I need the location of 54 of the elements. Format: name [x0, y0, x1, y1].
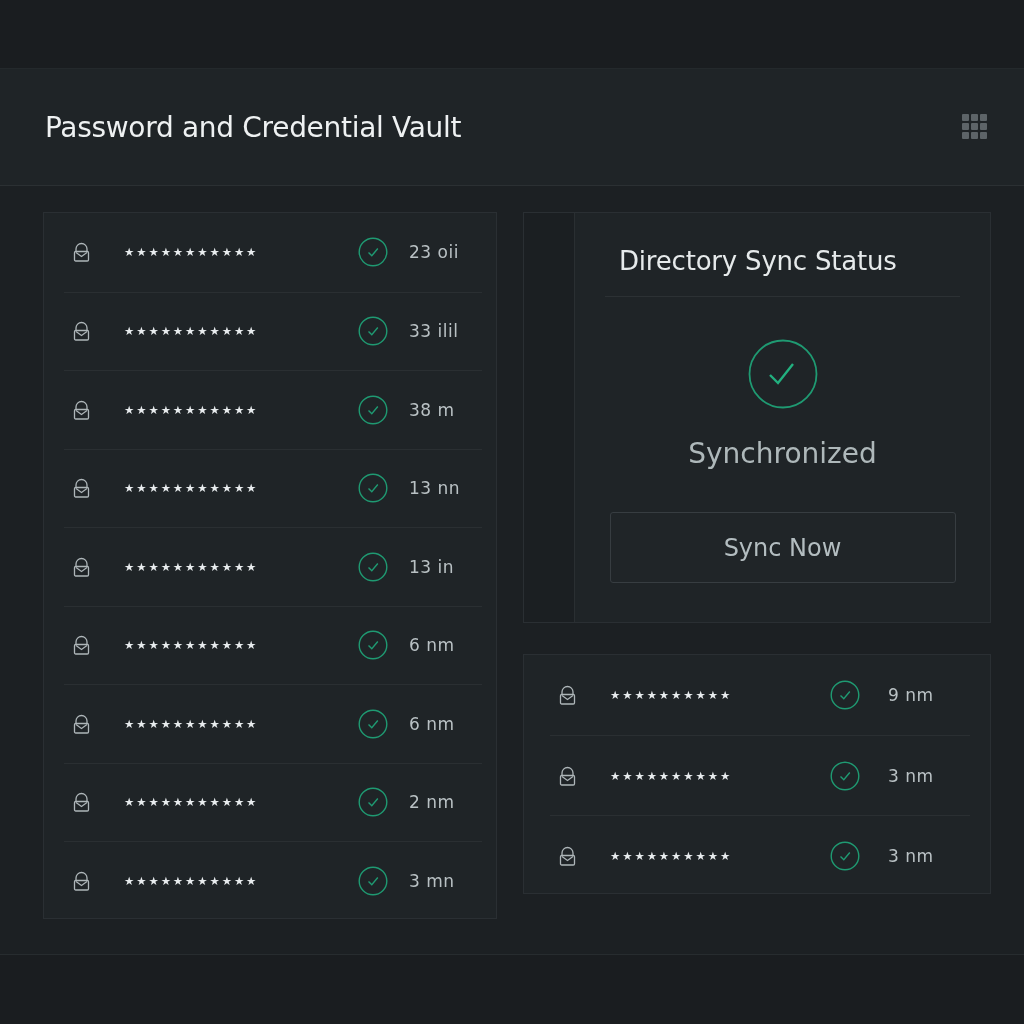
masked-password: ★★★★★★★★★★★ [124, 795, 260, 810]
time-label: 23 oii [409, 242, 459, 263]
lock-icon [73, 792, 90, 813]
masked-password: ★★★★★★★★★★ [610, 848, 734, 863]
time-label: 6 nm [409, 713, 455, 734]
time-label: 6 nm [409, 635, 455, 656]
check-circle-icon [830, 840, 860, 871]
check-circle-icon [830, 680, 860, 710]
sync-status-text: Synchronized [688, 437, 877, 470]
masked-password: ★★★★★★★★★★★ [124, 638, 260, 653]
lock-icon [559, 765, 576, 786]
time-label: 13 nn [409, 478, 461, 499]
lock-icon [559, 845, 576, 866]
app-grid-icon[interactable] [962, 114, 988, 140]
check-circle-icon [358, 708, 388, 739]
lock-icon [73, 321, 90, 342]
lock-icon [73, 870, 90, 891]
time-label: 9 nm [888, 685, 934, 705]
lock-icon [559, 685, 576, 705]
time-label: 13 in [409, 556, 455, 577]
page-title: Password and Credential Vault [45, 110, 462, 144]
time-label: 3 mn [409, 870, 455, 891]
lock-icon [73, 399, 90, 420]
lock-icon [73, 635, 90, 656]
check-circle-icon [830, 760, 860, 791]
lock-icon [73, 713, 90, 734]
lock-icon [73, 556, 90, 577]
time-label: 3 nm [888, 845, 934, 866]
lock-icon [73, 478, 90, 499]
check-circle-icon [358, 473, 388, 504]
check-circle-icon [358, 237, 388, 268]
time-label: 3 nm [888, 765, 934, 786]
check-circle-icon [358, 787, 388, 818]
check-circle-icon [358, 551, 388, 582]
sync-now-button[interactable]: Sync Now [609, 512, 956, 583]
check-circle-icon [358, 394, 388, 425]
masked-password: ★★★★★★★★★★★ [124, 402, 260, 417]
masked-password: ★★★★★★★★★★★ [124, 559, 260, 574]
masked-password: ★★★★★★★★★★★ [124, 716, 260, 731]
masked-password: ★★★★★★★★★★ [610, 768, 734, 783]
lock-icon [73, 242, 90, 263]
masked-password: ★★★★★★★★★★ [610, 688, 734, 702]
time-label: 33 ilil [409, 321, 459, 342]
check-circle-icon [747, 339, 818, 409]
masked-password: ★★★★★★★★★★★ [124, 324, 260, 339]
masked-password: ★★★★★★★★★★★ [124, 873, 260, 888]
masked-password: ★★★★★★★★★★★ [124, 481, 260, 496]
masked-password: ★★★★★★★★★★★ [124, 245, 260, 260]
check-circle-icon [358, 865, 388, 896]
check-circle-icon [358, 316, 388, 347]
check-circle-icon [358, 630, 388, 661]
time-label: 2 nm [409, 792, 455, 813]
time-label: 38 m [409, 399, 455, 420]
sync-status-title: Directory Sync Status [619, 246, 897, 276]
